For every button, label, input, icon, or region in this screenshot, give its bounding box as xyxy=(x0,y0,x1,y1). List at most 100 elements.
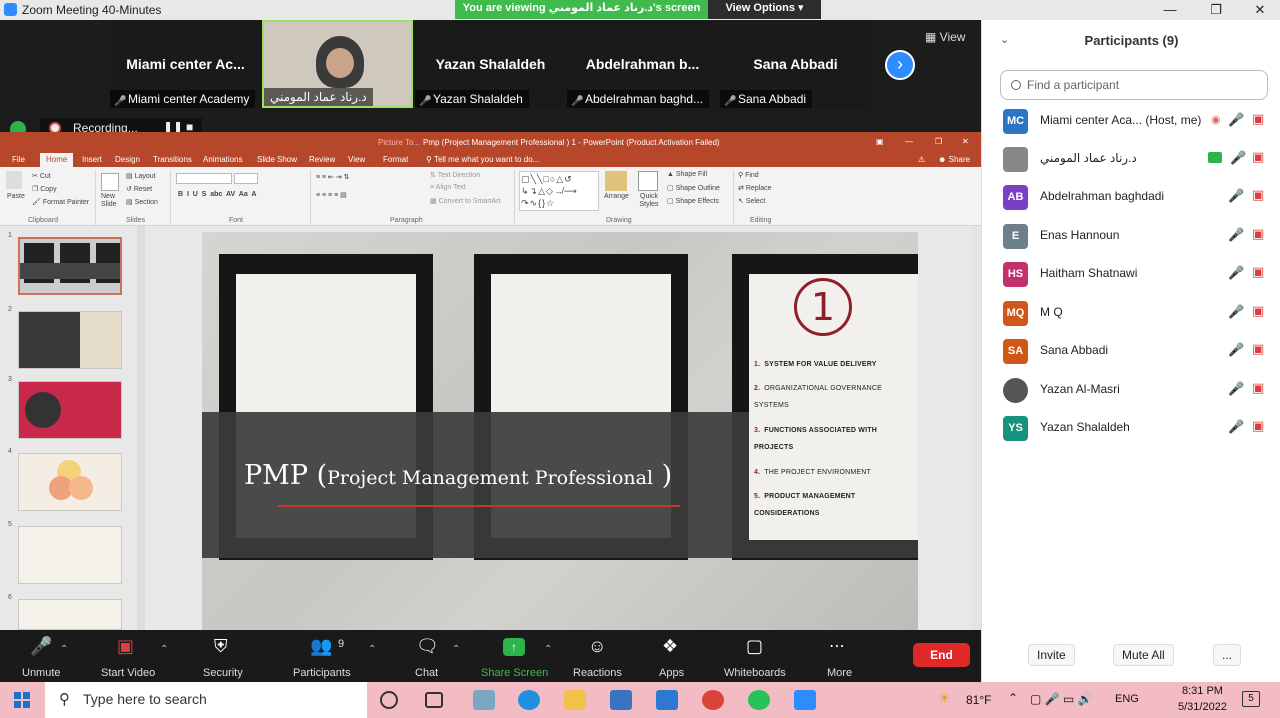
chevron-up-icon[interactable]: ⌃ xyxy=(60,644,68,655)
tab-design[interactable]: Design xyxy=(115,155,140,164)
shape-effects-button[interactable]: ▢ Shape Effects xyxy=(667,197,719,205)
zoom-taskbar-icon[interactable] xyxy=(794,690,816,710)
temperature[interactable]: 81°F xyxy=(966,693,991,707)
participant-row[interactable]: YS Yazan Shalaldeh 🎤 ▣ xyxy=(982,409,1280,447)
apps-button[interactable]: Apps xyxy=(659,667,684,679)
tab-format[interactable]: Format xyxy=(383,155,408,164)
convert-smartart-button[interactable]: ▩ Convert to SmartArt xyxy=(430,197,500,205)
quick-styles-button[interactable]: Quick Styles xyxy=(634,193,664,209)
whiteboards-button[interactable]: Whiteboards xyxy=(724,667,786,679)
participant-row[interactable]: SA Sana Abbadi 🎤 ▣ xyxy=(982,332,1280,370)
find-button[interactable]: ⚲ Find xyxy=(738,171,759,179)
layout-button[interactable]: ▤ Layout xyxy=(126,172,156,180)
video-off-icon[interactable]: ▣ xyxy=(1252,226,1264,242)
video-tile[interactable]: Sana Abbadi 🎤 Sana Abbadi xyxy=(720,20,871,108)
file-explorer-icon[interactable] xyxy=(564,690,586,710)
bold-button[interactable]: B I U S abc AV Aa A xyxy=(178,191,256,198)
bullets-buttons[interactable]: ≡ ≡ ⇤ ⇥ ⇅ xyxy=(316,173,350,181)
mic-muted-icon[interactable]: 🎤 xyxy=(1228,112,1244,128)
windows-start-icon[interactable] xyxy=(14,692,30,708)
shape-fill-button[interactable]: ▲ Shape Fill xyxy=(667,171,707,178)
reactions-button[interactable]: Reactions xyxy=(573,667,622,679)
participant-row[interactable]: AB Abdelrahman baghdadi 🎤 ▣ xyxy=(982,178,1280,216)
video-off-icon[interactable]: ▣ xyxy=(117,636,134,657)
shape-outline-button[interactable]: ▢ Shape Outline xyxy=(667,184,720,192)
tray-chevron-up-icon[interactable]: ⌃ xyxy=(1008,691,1018,705)
cortana-icon[interactable] xyxy=(380,691,398,709)
video-tile[interactable]: Abdelrahman b... 🎤 Abdelrahman baghd... xyxy=(567,20,718,108)
select-button[interactable]: ↖ Select xyxy=(738,197,765,205)
more-options-button[interactable]: ... xyxy=(1213,644,1242,666)
ppt-restore-button[interactable]: ❐ xyxy=(935,137,942,146)
security-button[interactable]: Security xyxy=(203,667,243,679)
video-off-icon[interactable]: ▣ xyxy=(1252,149,1264,165)
shield-icon[interactable]: ⛨ xyxy=(214,636,228,657)
slide-thumbnail[interactable] xyxy=(18,453,122,511)
video-off-icon[interactable]: ▣ xyxy=(1252,264,1264,280)
weather-icon[interactable]: ☀ xyxy=(938,690,951,707)
chat-button[interactable]: Chat xyxy=(415,667,438,679)
participant-search-input[interactable]: Find a participant xyxy=(1000,70,1268,100)
mail-icon[interactable] xyxy=(656,690,678,710)
mute-all-button[interactable]: Mute All xyxy=(1113,644,1174,666)
clock-time[interactable]: 8:31 PM xyxy=(1182,685,1223,697)
chevron-up-icon[interactable]: ⌃ xyxy=(368,644,376,655)
font-size-box[interactable] xyxy=(234,173,258,184)
invite-button[interactable]: Invite xyxy=(1028,644,1075,666)
current-slide[interactable]: PMP (Project Management Professional ) 1… xyxy=(202,232,918,630)
ppt-minimize-button[interactable]: — xyxy=(905,137,913,146)
slide-thumbnail[interactable] xyxy=(18,237,122,295)
share-screen-button[interactable]: Share Screen xyxy=(481,667,548,679)
apps-icon[interactable]: ❖ xyxy=(662,636,678,657)
chevron-up-icon[interactable]: ⌃ xyxy=(544,644,552,655)
maximize-button[interactable]: ❐ xyxy=(1196,0,1236,20)
participant-row[interactable]: د.رناد عماد المومني 🎤 ▣ xyxy=(982,140,1280,178)
whatsapp-icon[interactable] xyxy=(748,690,770,710)
font-name-box[interactable] xyxy=(176,173,232,184)
arrange-button[interactable]: Arrange xyxy=(604,193,629,200)
slide-thumbnail[interactable] xyxy=(18,381,122,439)
format-painter-button[interactable]: 🖌 Format Painter xyxy=(32,198,89,206)
participant-row[interactable]: Yazan Al-Masri 🎤 ▣ xyxy=(982,371,1280,409)
section-button[interactable]: ▤ Section xyxy=(126,198,158,206)
quick-styles-icon[interactable] xyxy=(638,171,658,191)
mic-muted-icon[interactable]: 🎤 xyxy=(1228,419,1244,435)
end-meeting-button[interactable]: End xyxy=(913,643,970,667)
video-tile-active-speaker[interactable]: د.رناد عماد المومني xyxy=(262,20,413,108)
participant-row[interactable]: MC Miami center Aca... (Host, me) ◉ 🎤 ▣ xyxy=(982,102,1280,140)
video-off-icon[interactable]: ▣ xyxy=(1252,380,1264,396)
tell-me-search[interactable]: ⚲ Tell me what you want to do... xyxy=(426,155,539,164)
text-direction-button[interactable]: ⇅ Text Direction xyxy=(430,171,480,179)
new-slide-button[interactable]: New Slide xyxy=(101,193,123,209)
tab-slide-show[interactable]: Slide Show xyxy=(257,155,297,164)
slide-thumbnail[interactable] xyxy=(18,526,122,584)
tab-view[interactable]: View xyxy=(348,155,365,164)
chat-icon[interactable]: 🗨 xyxy=(416,636,439,657)
taskbar-search-input[interactable]: ⚲ Type here to search xyxy=(45,682,367,718)
minimize-button[interactable]: — xyxy=(1150,0,1190,20)
slide-thumbnail[interactable] xyxy=(18,599,122,630)
participants-icon[interactable]: 👥 xyxy=(310,636,332,657)
chevron-up-icon[interactable]: ⌃ xyxy=(160,644,168,655)
share-button[interactable]: ☻ Share xyxy=(938,155,970,164)
participant-row[interactable]: HS Haitham Shatnawi 🎤 ▣ xyxy=(982,255,1280,293)
view-options-button[interactable]: View Options ▾ xyxy=(708,0,821,19)
tab-home[interactable]: Home xyxy=(40,153,74,167)
tab-animations[interactable]: Animations xyxy=(203,155,243,164)
tray-icons[interactable]: ▢ 🎤 ▭ 🔊 xyxy=(1030,692,1093,706)
ppt-close-button[interactable]: ✕ xyxy=(962,137,969,146)
more-button[interactable]: More xyxy=(827,667,852,679)
tab-transitions[interactable]: Transitions xyxy=(153,155,192,164)
shapes-gallery[interactable]: ▢╲╲□○△↺ ↳↴△◇↛⟶ ↷∿{}☆ xyxy=(519,171,599,211)
mic-muted-icon[interactable]: 🎤 xyxy=(30,636,52,657)
language-indicator[interactable]: ENG xyxy=(1115,693,1139,705)
participant-row[interactable]: E Enas Hannoun 🎤 ▣ xyxy=(982,217,1280,255)
more-icon[interactable]: ⋯ xyxy=(829,636,845,656)
participant-row[interactable]: MQ M Q 🎤 ▣ xyxy=(982,294,1280,332)
alignment-buttons[interactable]: ≡ ≡ ≡ ≡ ▤ xyxy=(316,191,347,199)
video-tile[interactable]: Miami center Ac... 🎤 Miami center Academy xyxy=(110,20,261,108)
video-off-icon[interactable]: ▣ xyxy=(1252,111,1264,127)
mic-muted-icon[interactable]: 🎤 xyxy=(1228,265,1244,281)
clock-date[interactable]: 5/31/2022 xyxy=(1178,701,1227,713)
arrange-icon[interactable] xyxy=(605,171,627,191)
